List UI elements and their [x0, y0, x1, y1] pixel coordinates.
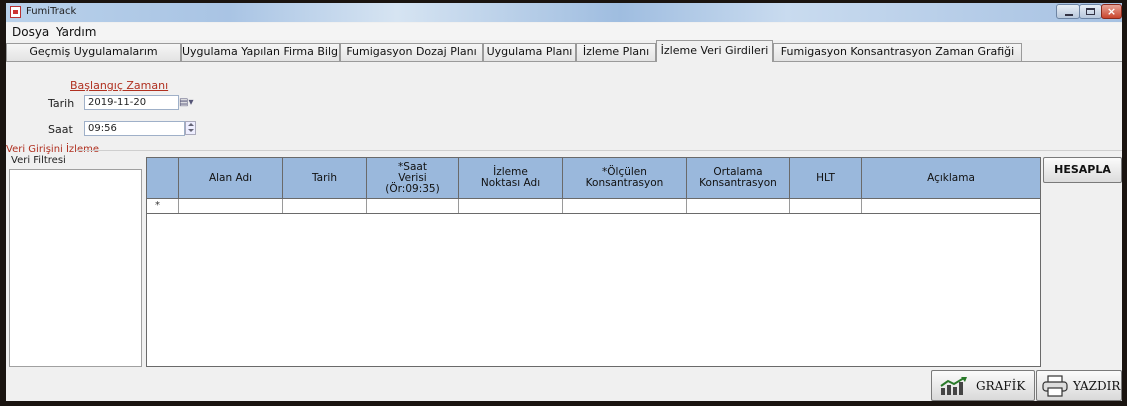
cell-saat-verisi[interactable] [367, 199, 459, 213]
time-spinner-icon[interactable] [185, 121, 196, 135]
window-title: FumiTrack [26, 6, 77, 17]
cell-alan-adi[interactable] [179, 199, 283, 213]
print-button-label: YAZDIR [1073, 379, 1121, 393]
column-header-row-marker [147, 158, 179, 198]
tab-konsantrasyon-grafigi[interactable]: Fumigasyon Konsantrasyon Zaman Grafiği [773, 43, 1022, 61]
cell-izleme-noktasi[interactable] [459, 199, 563, 213]
maximize-icon [1086, 8, 1095, 15]
title-bar: FumiTrack × [6, 3, 1122, 22]
column-header-alan-adi[interactable]: Alan Adı [179, 158, 283, 198]
data-table[interactable]: Alan Adı Tarih *Saat Verisi (Ör:09:35) İ… [146, 157, 1041, 367]
column-header-izleme-noktasi[interactable]: İzleme Noktası Adı [459, 158, 563, 198]
column-header-ortalama-konsantrasyon[interactable]: Ortalama Konsantrasyon [687, 158, 790, 198]
cell-aciklama[interactable] [862, 199, 1040, 213]
cell-olculen-konsantrasyon[interactable] [563, 199, 687, 213]
filter-panel[interactable] [9, 169, 142, 367]
print-button[interactable]: YAZDIR [1036, 370, 1122, 401]
table-header: Alan Adı Tarih *Saat Verisi (Ör:09:35) İ… [147, 158, 1040, 199]
column-header-tarih[interactable]: Tarih [283, 158, 367, 198]
chart-button-label: GRAFİK [976, 379, 1026, 393]
maximize-button[interactable] [1079, 4, 1102, 19]
tab-uygulama-plani[interactable]: Uygulama Planı [483, 43, 576, 61]
column-header-aciklama[interactable]: Açıklama [862, 158, 1040, 198]
start-time-link[interactable]: Başlangıç Zamanı [70, 79, 168, 92]
menu-bar: Dosya Yardım [6, 23, 1122, 40]
close-icon: × [1106, 5, 1117, 18]
menu-yardim[interactable]: Yardım [56, 25, 96, 39]
close-button[interactable]: × [1101, 4, 1122, 19]
tab-izleme-veri-girdileri[interactable]: İzleme Veri Girdileri [656, 40, 773, 62]
new-row-marker: * [155, 200, 160, 211]
calendar-dropdown-icon[interactable]: ▤▾ [179, 95, 200, 110]
table-row-new[interactable]: * [147, 199, 1040, 214]
column-header-saat-verisi[interactable]: *Saat Verisi (Ör:09:35) [367, 158, 459, 198]
calculate-button[interactable]: HESAPLA [1043, 157, 1122, 183]
time-field[interactable]: 09:56 [84, 121, 185, 136]
tab-dozaj-plani[interactable]: Fumigasyon Dozaj Planı [340, 43, 483, 61]
minimize-button[interactable] [1056, 4, 1080, 19]
row-marker-cell: * [147, 199, 179, 213]
app-logo-icon [10, 6, 21, 18]
chart-button[interactable]: GRAFİK [931, 370, 1035, 401]
app-window: FumiTrack × Dosya Yardım Geçmiş Uygulama… [6, 3, 1122, 401]
column-header-olculen-konsantrasyon[interactable]: *Ölçülen Konsantrasyon [563, 158, 687, 198]
section-divider [76, 150, 1122, 151]
menu-dosya[interactable]: Dosya [12, 25, 49, 39]
cell-tarih[interactable] [283, 199, 367, 213]
cell-hlt[interactable] [790, 199, 862, 213]
date-field[interactable]: 2019-11-20 [84, 95, 179, 110]
tab-izleme-plani[interactable]: İzleme Planı [576, 43, 656, 61]
printer-icon [1042, 375, 1068, 397]
tab-firma-bilgileri[interactable]: Uygulama Yapılan Firma Bilgileri [181, 43, 340, 61]
column-header-hlt[interactable]: HLT [790, 158, 862, 198]
date-label: Tarih [48, 97, 75, 110]
tab-bar: Geçmiş Uygulamalarım Uygulama Yapılan Fi… [6, 40, 1122, 62]
minimize-icon [1065, 14, 1073, 16]
filter-title: Veri Filtresi [11, 155, 66, 166]
chart-icon [940, 377, 967, 395]
tab-gecmis-uygulamalarim[interactable]: Geçmiş Uygulamalarım [6, 43, 181, 61]
cell-ortalama-konsantrasyon[interactable] [687, 199, 790, 213]
time-label: Saat [48, 123, 73, 136]
